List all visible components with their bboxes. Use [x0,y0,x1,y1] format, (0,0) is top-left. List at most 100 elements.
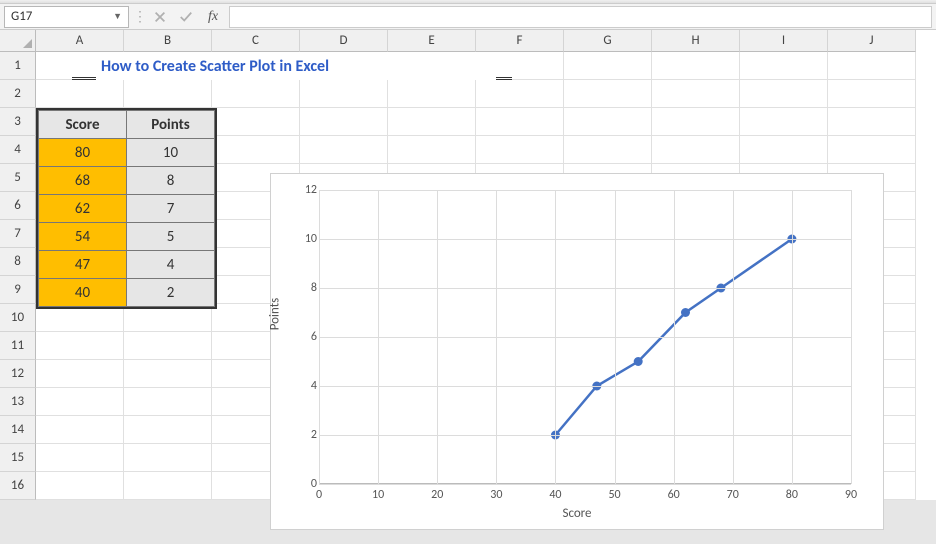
cell[interactable] [36,416,124,444]
cell[interactable] [212,108,300,136]
cell[interactable] [124,444,212,472]
y-tick-label: 8 [299,281,317,295]
cell[interactable] [124,472,212,500]
page-title: How to Create Scatter Plot in Excel [96,52,496,80]
y-tick-label: 2 [299,428,317,442]
row-header[interactable]: 5 [0,164,36,192]
column-header[interactable]: G [564,30,652,52]
cell[interactable] [652,108,740,136]
x-tick-label: 30 [481,488,511,502]
cell[interactable] [124,388,212,416]
column-header[interactable]: B [124,30,212,52]
cell[interactable] [564,108,652,136]
confirm-icon [175,6,197,28]
row-header[interactable]: 2 [0,80,36,108]
cell[interactable] [36,80,124,108]
name-box-value: G17 [11,9,32,24]
x-tick-label: 40 [540,488,570,502]
column-header[interactable]: F [476,30,564,52]
cell[interactable] [36,472,124,500]
select-all-button[interactable] [0,30,36,52]
cell[interactable] [124,360,212,388]
x-tick-label: 60 [659,488,689,502]
y-tick-label: 4 [299,379,317,393]
chart-point [634,357,643,366]
row-header[interactable]: 15 [0,444,36,472]
data-table: ScorePoints8010688627545474402 [36,108,217,309]
scatter-chart[interactable]: Points Score 024681012 01020304050607080… [270,173,884,530]
table-cell-points: 2 [127,279,215,307]
y-tick-label: 10 [299,232,317,246]
cell[interactable] [300,108,388,136]
cell[interactable] [300,80,388,108]
table-cell-score: 62 [39,195,127,223]
row-header[interactable]: 10 [0,304,36,332]
cell[interactable] [212,136,300,164]
row-header[interactable]: 11 [0,332,36,360]
cell[interactable] [564,80,652,108]
row-header[interactable]: 4 [0,136,36,164]
y-tick-label: 6 [299,330,317,344]
formula-bar: G17 ▼ ⋮ fx [0,4,936,30]
fx-icon[interactable]: fx [201,6,225,28]
name-box[interactable]: G17 ▼ [4,6,129,28]
cell[interactable] [476,136,564,164]
cell[interactable] [740,136,828,164]
column-header[interactable]: C [212,30,300,52]
row-header[interactable]: 9 [0,276,36,304]
separator-icon: ⋮ [133,8,145,25]
column-header[interactable]: H [652,30,740,52]
cell[interactable] [388,108,476,136]
cell[interactable] [828,108,916,136]
x-tick-label: 20 [422,488,452,502]
cell[interactable] [124,80,212,108]
column-header[interactable]: I [740,30,828,52]
row-header[interactable]: 12 [0,360,36,388]
row-header[interactable]: 3 [0,108,36,136]
x-tick-label: 70 [718,488,748,502]
cell[interactable] [652,80,740,108]
cell[interactable] [36,332,124,360]
x-tick-label: 50 [600,488,630,502]
column-header[interactable]: J [828,30,916,52]
cell[interactable] [740,80,828,108]
cell[interactable] [828,80,916,108]
cell[interactable] [124,332,212,360]
column-header[interactable]: A [36,30,124,52]
y-tick-label: 12 [299,183,317,197]
cell[interactable] [212,80,300,108]
cell[interactable] [36,360,124,388]
x-tick-label: 80 [777,488,807,502]
cell[interactable] [652,136,740,164]
table-cell-points: 5 [127,223,215,251]
cell[interactable] [388,80,476,108]
cell[interactable] [476,80,564,108]
cell[interactable] [564,136,652,164]
chart-point [681,308,690,317]
row-header[interactable]: 7 [0,220,36,248]
row-header[interactable]: 6 [0,192,36,220]
cell[interactable] [300,136,388,164]
column-header[interactable]: E [388,30,476,52]
cancel-icon [149,6,171,28]
table-cell-points: 10 [127,139,215,167]
worksheet[interactable]: ABCDEFGHIJ12345678910111213141516 How to… [0,30,936,500]
row-header[interactable]: 1 [0,52,36,80]
cell[interactable] [388,136,476,164]
row-1-overlay: How to Create Scatter Plot in Excel [36,52,916,80]
cell[interactable] [740,108,828,136]
cell[interactable] [36,444,124,472]
cell[interactable] [36,388,124,416]
column-header[interactable]: D [300,30,388,52]
row-header[interactable]: 14 [0,416,36,444]
formula-input[interactable] [229,6,932,28]
row-header[interactable]: 16 [0,472,36,500]
table-cell-points: 7 [127,195,215,223]
y-axis-label: Points [268,298,283,330]
cell[interactable] [828,136,916,164]
cell[interactable] [124,416,212,444]
cell[interactable] [476,108,564,136]
row-header[interactable]: 13 [0,388,36,416]
row-header[interactable]: 8 [0,248,36,276]
x-axis-label: Score [271,506,883,521]
